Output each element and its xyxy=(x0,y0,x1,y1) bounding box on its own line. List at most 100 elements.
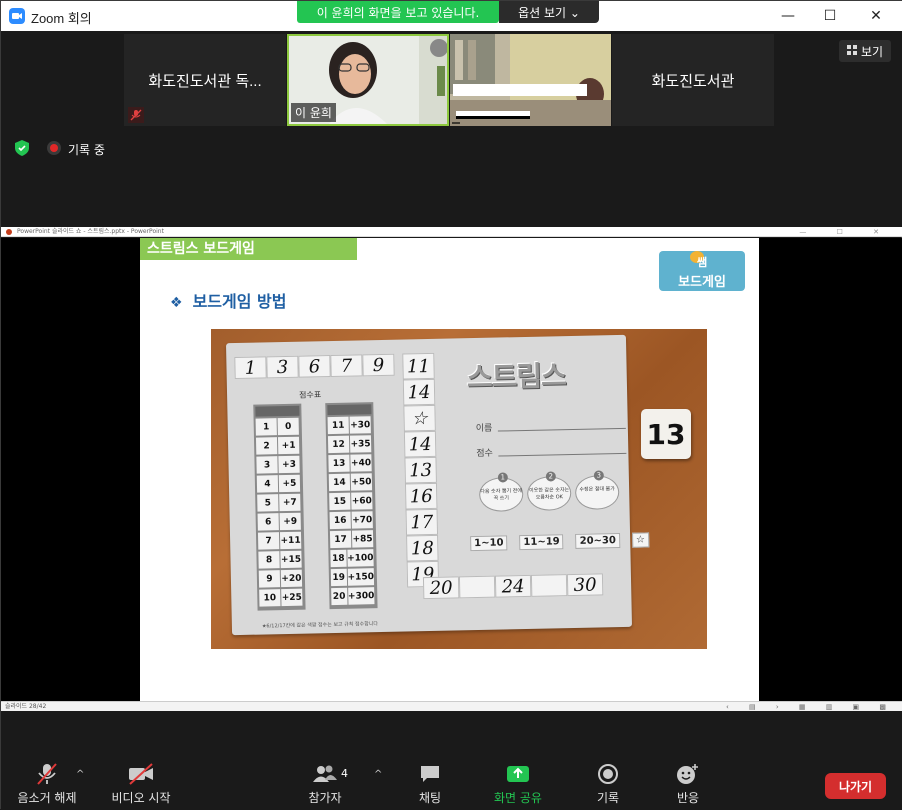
reactions-button[interactable]: 반응 xyxy=(667,763,709,807)
score-row: 17 +85 xyxy=(329,530,374,549)
score-row: 11 +30 xyxy=(327,416,372,435)
score-table-label: 점수표 xyxy=(298,390,322,400)
logo-line1: 쌤 xyxy=(696,256,708,269)
reaction-smiley-icon xyxy=(667,763,709,785)
score-row: 8 +15 xyxy=(258,550,302,569)
score-cell: 9 xyxy=(258,570,281,588)
rule-text: 수정은 절대 불가 xyxy=(579,486,615,493)
score-cell: +300 xyxy=(347,587,375,605)
minimize-button[interactable]: — xyxy=(765,1,811,31)
participant-name-tag: 이 윤희 xyxy=(291,103,336,122)
seq-cell: 9 xyxy=(362,353,395,377)
participant-tile[interactable]: 화도진도서관 xyxy=(612,34,774,126)
seq-cell: 1 xyxy=(234,356,267,380)
meeting-toolbar: 음소거 해제 ^ 비디오 시작 참가자 4 ^ 채팅 화면 공유 기록 반응 나… xyxy=(1,711,902,810)
start-video-label: 비디오 시작 xyxy=(111,791,171,805)
unmute-button[interactable]: 음소거 해제 xyxy=(13,763,81,807)
seq-cell: 24 xyxy=(494,574,532,598)
reactions-label: 반응 xyxy=(676,791,700,805)
maximize-button[interactable]: ☐ xyxy=(807,1,853,31)
score-row: 10 xyxy=(255,417,300,436)
gallery-strip: 화도진도서관 독... 이 윤희 화도진도서관 보기 기록 중 xyxy=(1,31,902,227)
score-table-header xyxy=(327,404,372,416)
share-screen-icon xyxy=(489,763,547,785)
window-title: Zoom 회의 xyxy=(31,11,92,26)
slide-subtitle: ❖ 보드게임 방법 xyxy=(170,288,286,312)
score-cell: 14 xyxy=(328,473,351,492)
name-field-line xyxy=(497,427,626,432)
unmute-label: 음소거 해제 xyxy=(17,791,77,805)
record-icon xyxy=(587,763,629,785)
slide-subtitle-text: 보드게임 방법 xyxy=(192,292,287,311)
chat-button[interactable]: 채팅 xyxy=(409,763,451,807)
score-cell: +40 xyxy=(350,454,372,472)
participant-name-tag xyxy=(452,122,460,124)
score-sheet: 1 3 6 7 9 11 14 ☆ 14 13 16 17 18 19 20 2… xyxy=(225,334,650,636)
view-button-label: 보기 xyxy=(860,44,884,59)
score-row: 4 +5 xyxy=(256,474,301,493)
score-cell: +20 xyxy=(280,569,303,588)
share-screen-label: 화면 공유 xyxy=(494,791,542,805)
score-cell: 6 xyxy=(257,513,279,531)
participants-caret-icon[interactable]: ^ xyxy=(374,769,382,780)
shared-ppt-titlebar: PowerPoint 슬라이드 쇼 - 스트림스.pptx - PowerPoi… xyxy=(1,227,902,237)
share-screen-button[interactable]: 화면 공유 xyxy=(489,763,547,807)
score-cell: +9 xyxy=(279,512,301,531)
score-row: 19 +150 xyxy=(330,568,375,587)
slide-letterbox-left xyxy=(1,238,140,701)
score-cell: 0 xyxy=(277,417,299,436)
seq-cell: 30 xyxy=(566,573,604,597)
score-cell: 5 xyxy=(257,494,279,512)
score-cell: 20 xyxy=(331,587,348,606)
leave-button[interactable]: 나가기 xyxy=(825,773,886,799)
score-cell: 10 xyxy=(259,589,281,607)
shared-slide: 스트림스 보드게임 쌤 보드게임 ❖ 보드게임 방법 1 3 6 7 9 11 1… xyxy=(140,238,759,701)
participant-tile[interactable]: 화도진도서관 독... xyxy=(124,34,286,126)
number-sequence-column: 11 14 ☆ 14 13 16 17 18 19 xyxy=(402,352,440,588)
seq-cell: ☆ xyxy=(403,404,436,432)
score-rows: 11 +30 12 +35 13 +40 14 +50 15 +60 16 +70 17 +85 18 +10… xyxy=(327,416,376,606)
recording-indicator-icon[interactable] xyxy=(47,141,61,155)
security-shield-icon[interactable] xyxy=(13,139,31,157)
record-label: 기록 xyxy=(596,791,620,805)
number-tile: 13 xyxy=(641,409,691,459)
score-row: 16 +70 xyxy=(329,511,374,530)
sheet-footnote: ★6/12/17칸에 같은 색깔 점수는 보고 규칙 점수합니다 xyxy=(261,621,379,630)
zoom-logo-icon xyxy=(9,8,25,24)
close-button[interactable]: ✕ xyxy=(853,1,899,31)
score-field-label: 점수 xyxy=(476,448,494,460)
score-cell: +30 xyxy=(349,416,371,434)
score-cell: +15 xyxy=(280,550,302,569)
range-item: 1~10 xyxy=(470,535,508,552)
participant-tile[interactable] xyxy=(450,34,611,126)
score-cell: +35 xyxy=(349,435,372,453)
score-table-right: 11 +30 12 +35 13 +40 14 +50 15 +60 16 +70 17 +85 18 +10… xyxy=(325,402,378,610)
seq-cell: 11 xyxy=(402,352,435,380)
seq-cell: 14 xyxy=(403,430,437,458)
seq-cell: 20 xyxy=(422,576,460,600)
score-cell: 16 xyxy=(329,511,351,530)
view-options-button[interactable]: 옵션 보기 ⌄ xyxy=(499,1,599,23)
recording-label: 기록 중 xyxy=(68,143,105,157)
ppt-status-bar: 슬라이드 28/42 ‹ ▤ › ▦ ▥ ▣ ▩ xyxy=(1,701,902,711)
score-cell: +100 xyxy=(347,549,374,567)
start-video-button[interactable]: 비디오 시작 xyxy=(105,763,177,807)
score-cell: 19 xyxy=(330,568,347,587)
participant-name: 화도진도서관 독... xyxy=(148,73,262,90)
audio-options-caret-icon[interactable]: ^ xyxy=(76,769,84,780)
video-off-icon xyxy=(105,763,177,785)
participant-tile-active-speaker[interactable]: 이 윤희 xyxy=(287,34,449,126)
name-field-label: 이름 xyxy=(475,423,493,435)
chat-label: 채팅 xyxy=(418,791,442,805)
score-row: 13 +40 xyxy=(328,454,372,473)
seq-cell: 3 xyxy=(266,355,299,379)
seq-cell: 6 xyxy=(298,355,331,378)
score-cell: 11 xyxy=(327,416,349,435)
rule-cloud: 1 다음 숫자 뽑기 전에 꼭 쓰기 xyxy=(478,472,524,512)
range-item: 11~19 xyxy=(519,534,564,551)
score-row: 15 +60 xyxy=(329,492,373,511)
slide-letterbox-right xyxy=(759,238,902,701)
view-button[interactable]: 보기 xyxy=(839,40,891,62)
record-button[interactable]: 기록 xyxy=(587,763,629,807)
powerpoint-icon xyxy=(6,229,12,235)
